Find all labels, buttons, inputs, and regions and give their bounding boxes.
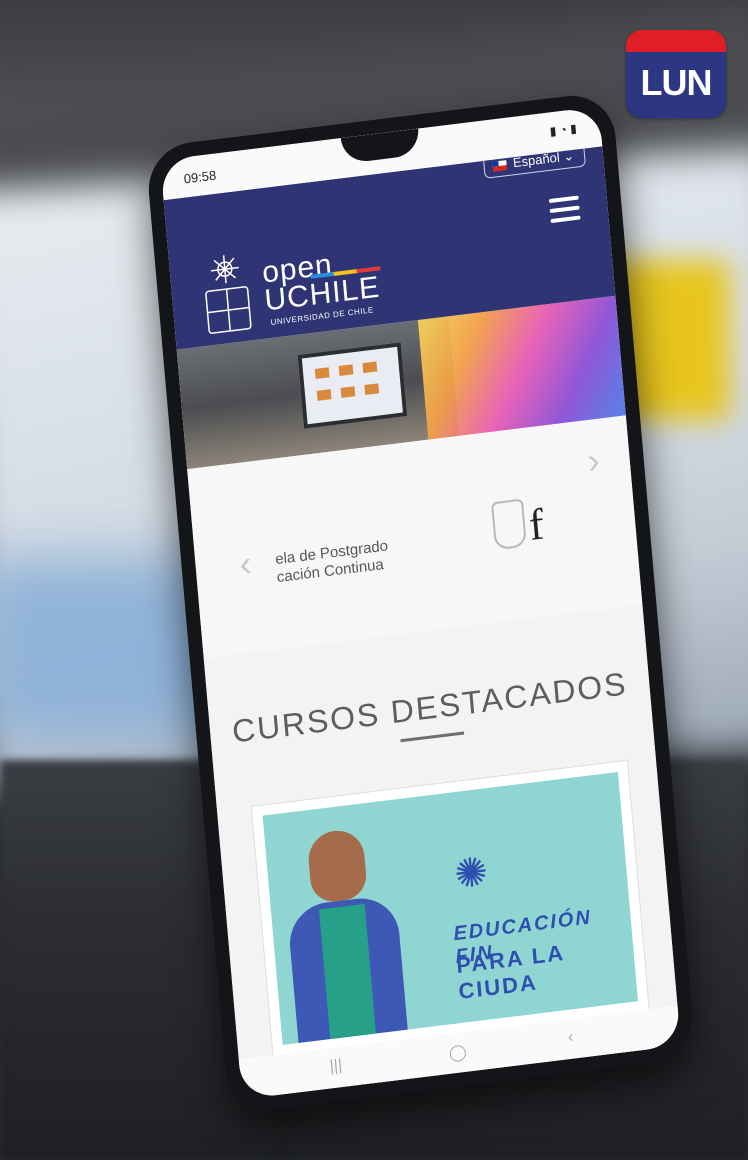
university-emblem-icon [199,252,256,338]
laptop-image [297,342,408,429]
lun-logo-text: LUN [640,62,713,103]
phone-body: 09:58 ▮ ◔ ▮ Español ⌄ open UCHILE UNIVER… [145,90,697,1115]
recents-button[interactable]: ||| [329,1057,343,1076]
phone: 09:58 ▮ ◔ ▮ Español ⌄ open UCHILE UNIVER… [145,90,745,1158]
chile-flag-icon [492,159,508,172]
section-title: CURSOS DESTACADOS [230,665,629,750]
home-button[interactable]: ◯ [448,1042,468,1064]
course-image: ✺ EDUCACIÓN FIN PARA LA CIUDA [262,772,638,1045]
chevron-left-icon[interactable]: ‹ [238,542,254,585]
phone-screen: 09:58 ▮ ◔ ▮ Español ⌄ open UCHILE UNIVER… [160,106,681,1100]
lun-logo: LUN [626,30,726,118]
partner-f-logo: f [527,499,546,550]
partner-shield-icon [491,498,527,551]
back-button[interactable]: ‹ [567,1028,574,1047]
chevron-right-icon[interactable]: › [586,439,602,482]
menu-icon[interactable] [548,195,581,224]
lun-logo-red-band [626,30,726,52]
gear-icon: ✺ [452,849,490,898]
partner-postgrado-label: ela de Postgrado cación Continua [275,537,391,587]
illustration-person-head [306,827,369,905]
hero-colorful-building [417,295,626,440]
title-underline [400,731,465,743]
status-time: 09:58 [183,167,217,187]
course-card[interactable]: ✺ EDUCACIÓN FIN PARA LA CIUDA [250,759,650,1058]
status-icons: ▮ ◔ ▮ [549,121,578,139]
